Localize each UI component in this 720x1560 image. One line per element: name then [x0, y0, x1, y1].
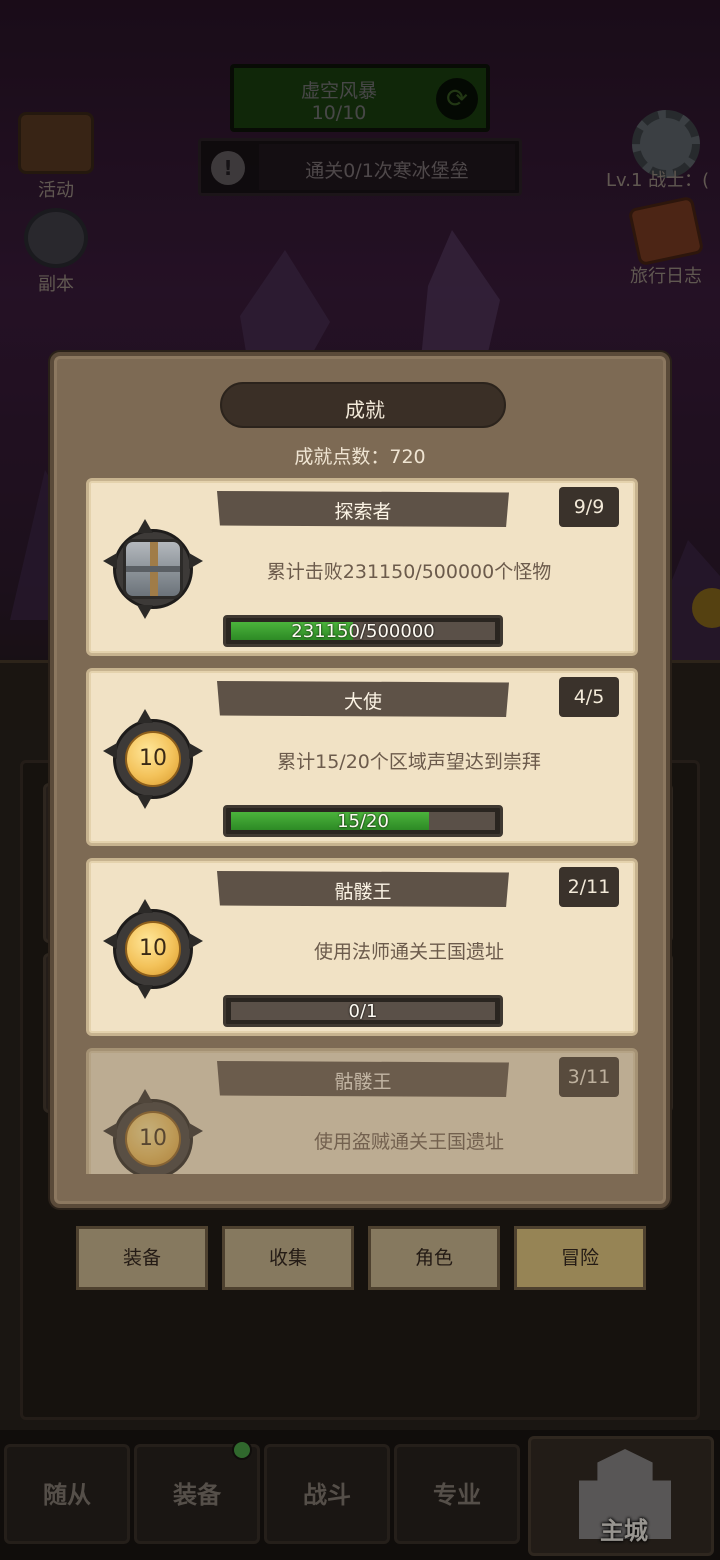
frame-spike [189, 1123, 203, 1139]
achievement-tier-count: 2/11 [559, 867, 619, 907]
progress-bar: 231150/500000 [223, 615, 503, 647]
card-title: 探索者 [334, 501, 392, 523]
card-title: 骷髅王 [334, 1071, 392, 1093]
achievement-card[interactable]: 探索者 9/9 累计击败231150/500000个怪物 231150/5000… [86, 478, 638, 656]
card-title-bar: 骷髅王 [217, 1061, 509, 1097]
achievement-points: 成就点数：720 [294, 446, 426, 468]
achievement-card[interactable]: 大使 4/5 10 累计15/20个区域声望达到崇拜 15/20 [86, 668, 638, 846]
progress-bar: 0/1 [223, 995, 503, 1027]
medal-icon: 10 [103, 709, 203, 809]
frame-spike [137, 605, 153, 619]
card-description: 使用盗贼通关王国遗址 [313, 1131, 504, 1153]
modal-title-bar: 成就 [220, 382, 506, 428]
frame-spike [103, 743, 117, 759]
medal-value: 10 [139, 1126, 167, 1151]
achievement-card[interactable]: 骷髅王 3/11 10 使用盗贼通关王国遗址 [86, 1048, 638, 1174]
frame-spike [103, 933, 117, 949]
card-title-bar: 探索者 [217, 491, 509, 527]
frame-spike [103, 1123, 117, 1139]
medal-value: 10 [139, 936, 167, 961]
medal-icon: 10 [103, 899, 203, 999]
medal-coin: 10 [125, 1111, 181, 1167]
frame-spike [137, 985, 153, 999]
frame-spike [137, 519, 153, 533]
frame-spike [103, 553, 117, 569]
card-title-bar: 大使 [217, 681, 509, 717]
frame-spike [137, 1089, 153, 1103]
frame-spike [189, 553, 203, 569]
medal-value: 10 [139, 746, 167, 771]
tier-count-text: 3/11 [567, 1066, 611, 1088]
tier-count-text: 9/9 [573, 496, 605, 518]
progress-label: 15/20 [337, 811, 389, 832]
frame-spike [137, 899, 153, 913]
achievements-modal: 成就 成就点数：720 探索者 9/9 累计击败231150/500000个怪物 [50, 352, 670, 1208]
frame-spike [137, 795, 153, 809]
chest-graphic [123, 539, 183, 599]
tier-count-text: 4/5 [573, 686, 605, 708]
medal-coin: 10 [125, 731, 181, 787]
achievement-tier-count: 3/11 [559, 1057, 619, 1097]
card-title-bar: 骷髅王 [217, 871, 509, 907]
treasure-chest-icon [103, 519, 203, 619]
achievement-card[interactable]: 骷髅王 2/11 10 使用法师通关王国遗址 0/1 [86, 858, 638, 1036]
achievement-tier-count: 4/5 [559, 677, 619, 717]
card-description: 使用法师通关王国遗址 [313, 941, 504, 963]
frame-spike [189, 743, 203, 759]
progress-label: 231150/500000 [291, 621, 435, 642]
card-description: 累计击败231150/500000个怪物 [266, 561, 552, 583]
progress-bar: 15/20 [223, 805, 503, 837]
modal-title: 成就 [345, 398, 385, 422]
achievement-list[interactable]: 探索者 9/9 累计击败231150/500000个怪物 231150/5000… [86, 478, 638, 1174]
card-title: 骷髅王 [334, 881, 392, 903]
medal-icon: 10 [103, 1089, 203, 1174]
progress-label: 0/1 [348, 1001, 378, 1022]
frame-spike [137, 709, 153, 723]
card-title: 大使 [343, 691, 382, 713]
medal-coin: 10 [125, 921, 181, 977]
frame-spike [189, 933, 203, 949]
card-description: 累计15/20个区域声望达到崇拜 [277, 751, 541, 773]
tier-count-text: 2/11 [567, 876, 611, 898]
achievement-tier-count: 9/9 [559, 487, 619, 527]
